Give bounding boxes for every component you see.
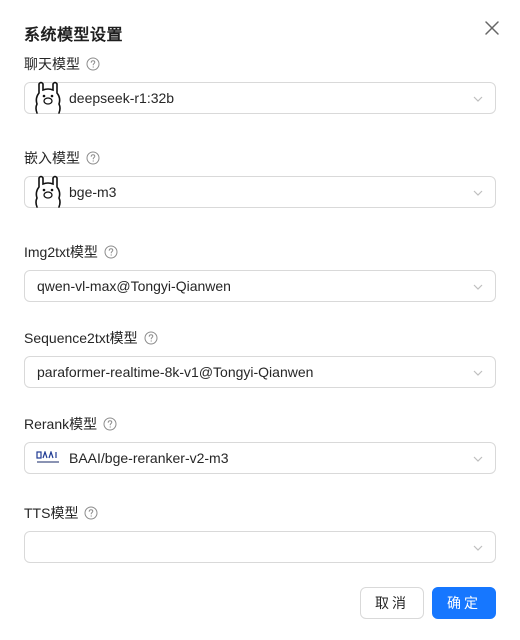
- chat-model-value: deepseek-r1:32b: [69, 90, 175, 106]
- system-model-settings-dialog: 系统模型设置 聊天模型 deepseek-r1:32b 嵌入模型 bge-m3: [0, 0, 520, 640]
- chevron-down-icon: [473, 96, 483, 102]
- cancel-button[interactable]: 取消: [360, 587, 424, 619]
- tts-model-label: TTS模型: [24, 503, 98, 523]
- sequence2txt-model-label: Sequence2txt模型: [24, 328, 158, 348]
- ok-button[interactable]: 确定: [432, 587, 496, 619]
- dialog-title: 系统模型设置: [24, 27, 124, 44]
- chat-model-select[interactable]: deepseek-r1:32b: [24, 81, 496, 114]
- embedding-model-value: bge-m3: [69, 184, 117, 200]
- sequence2txt-model-label-text: Sequence2txt模型: [24, 330, 138, 346]
- help-circle-icon[interactable]: [86, 57, 100, 71]
- close-icon[interactable]: [482, 18, 502, 38]
- embedding-model-label: 嵌入模型: [24, 148, 100, 168]
- rerank-model-label-text: Rerank模型: [24, 416, 98, 432]
- tts-model-label-text: TTS模型: [24, 505, 79, 521]
- rerank-model-value: BAAI/bge-reranker-v2-m3: [69, 450, 229, 466]
- chat-model-label: 聊天模型: [24, 54, 100, 74]
- help-circle-icon[interactable]: [84, 506, 98, 520]
- ollama-llama-icon: [35, 81, 61, 114]
- ollama-llama-icon: [35, 175, 61, 208]
- chat-model-label-text: 聊天模型: [24, 56, 80, 72]
- sequence2txt-model-select[interactable]: paraformer-realtime-8k-v1@Tongyi-Qianwen: [24, 356, 496, 388]
- img2txt-model-value: qwen-vl-max@Tongyi-Qianwen: [37, 278, 231, 294]
- chevron-down-icon: [473, 456, 483, 462]
- help-circle-icon[interactable]: [86, 151, 100, 165]
- tts-model-select[interactable]: [24, 531, 496, 563]
- img2txt-model-label: Img2txt模型: [24, 242, 118, 262]
- chevron-down-icon: [473, 190, 483, 196]
- help-circle-icon[interactable]: [103, 417, 117, 431]
- rerank-model-select[interactable]: BAAI/bge-reranker-v2-m3: [24, 442, 496, 474]
- embedding-model-label-text: 嵌入模型: [24, 150, 80, 166]
- embedding-model-select[interactable]: bge-m3: [24, 175, 496, 208]
- chevron-down-icon: [473, 284, 483, 290]
- img2txt-model-label-text: Img2txt模型: [24, 244, 98, 260]
- rerank-model-label: Rerank模型: [24, 414, 117, 434]
- chevron-down-icon: [473, 370, 483, 376]
- sequence2txt-model-value: paraformer-realtime-8k-v1@Tongyi-Qianwen: [37, 364, 314, 380]
- help-circle-icon[interactable]: [144, 331, 158, 345]
- img2txt-model-select[interactable]: qwen-vl-max@Tongyi-Qianwen: [24, 270, 496, 302]
- help-circle-icon[interactable]: [104, 245, 118, 259]
- chevron-down-icon: [473, 545, 483, 551]
- baai-logo-icon: [36, 451, 59, 463]
